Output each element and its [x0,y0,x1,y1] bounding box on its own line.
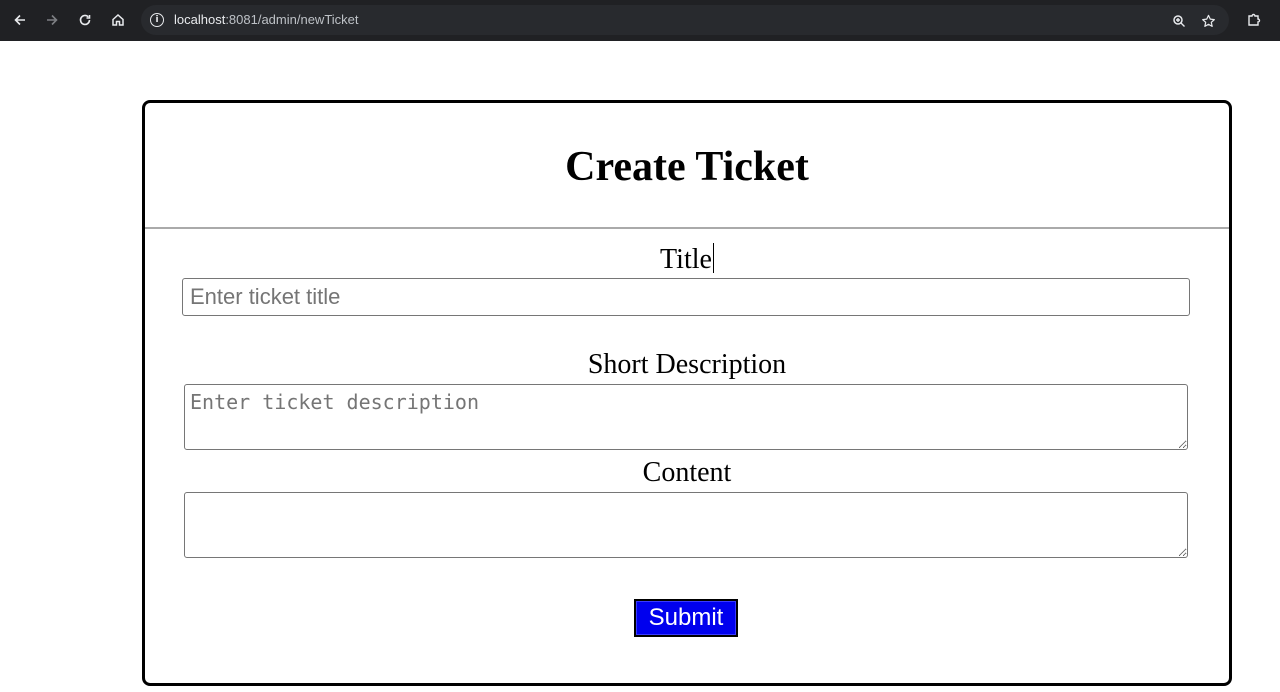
create-ticket-card: Create Ticket Title Short Description Co… [142,100,1232,686]
forward-icon[interactable] [40,8,64,32]
header-divider [145,227,1229,229]
content-textarea[interactable] [184,492,1188,558]
address-bar[interactable]: i localhost:8081/admin/newTicket [141,5,1229,35]
submit-button[interactable]: Submit [634,599,738,637]
info-icon[interactable]: i [150,13,164,27]
url-text[interactable]: localhost:8081/admin/newTicket [174,12,359,27]
title-label: Title [145,243,1229,276]
star-icon[interactable] [1199,12,1217,30]
home-icon[interactable] [106,8,130,32]
content-label: Content [642,457,732,488]
back-icon[interactable] [8,8,32,32]
short-description-textarea[interactable] [184,384,1188,450]
browser-toolbar: i localhost:8081/admin/newTicket [0,0,1280,41]
text-caret [712,243,714,273]
page-title: Create Ticket [565,144,809,190]
url-path: :8081/admin/newTicket [225,12,359,27]
url-host: localhost [174,12,226,27]
title-label-text: Title [660,244,712,275]
zoom-icon[interactable] [1170,12,1188,30]
puzzle-icon[interactable] [1242,8,1266,32]
short-description-label: Short Description [587,349,787,380]
title-input[interactable] [182,278,1190,316]
reload-icon[interactable] [73,8,97,32]
